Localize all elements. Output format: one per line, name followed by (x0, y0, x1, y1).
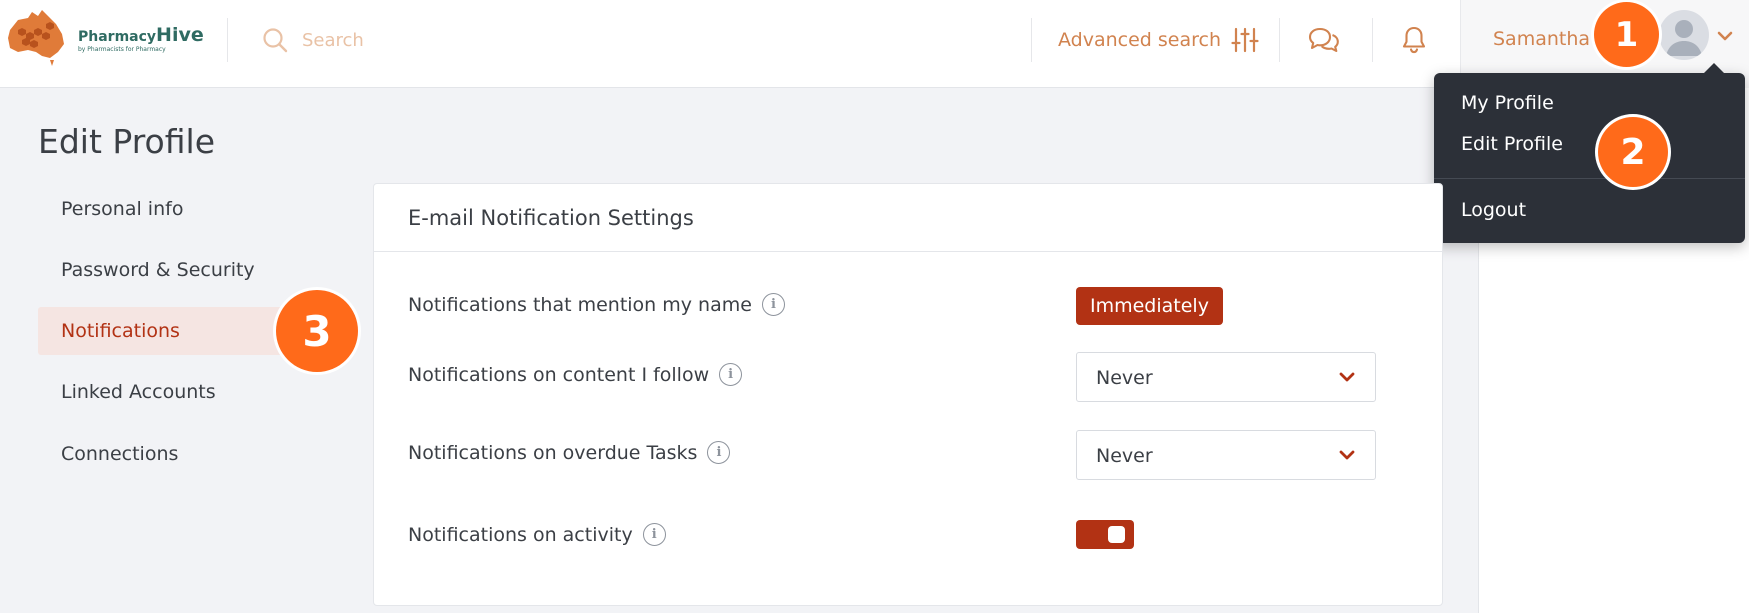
sidebar-item-linked-accounts[interactable]: Linked Accounts (38, 368, 292, 416)
menu-item-logout[interactable]: Logout (1461, 199, 1526, 221)
divider (1031, 18, 1032, 62)
info-icon[interactable]: i (707, 441, 731, 464)
logo-wordmark: PharmacyHive (78, 24, 204, 46)
chevron-down-icon[interactable] (1717, 30, 1733, 42)
step-marker-1: 1 (1594, 2, 1659, 67)
user-dropdown-menu: My Profile Edit Profile Logout (1434, 63, 1745, 243)
setting-label: Notifications that mention my name (408, 293, 752, 316)
user-silhouette-icon (1666, 20, 1702, 56)
logo-name-part1: Pharmacy (78, 29, 157, 45)
notifications-button[interactable] (1396, 22, 1432, 58)
chevron-down-icon (1339, 450, 1355, 460)
frequency-select[interactable]: Never (1076, 430, 1376, 480)
search-bar[interactable] (262, 22, 662, 58)
messages-button[interactable] (1306, 22, 1342, 58)
info-icon[interactable]: i (761, 293, 785, 316)
toggle-knob (1108, 526, 1125, 543)
menu-divider (1434, 178, 1745, 179)
activity-toggle[interactable] (1076, 520, 1134, 549)
info-icon[interactable]: i (642, 523, 666, 546)
sidebar-item-password-security[interactable]: Password & Security (38, 246, 292, 294)
frequency-badge[interactable]: Immediately (1076, 287, 1223, 325)
setting-row-label: Notifications on overdue Tasks i (408, 441, 731, 464)
setting-label: Notifications on content I follow (408, 363, 710, 386)
advanced-search-label: Advanced search (1058, 29, 1222, 51)
logo[interactable]: PharmacyHive by Pharmacists for Pharmacy (6, 8, 206, 78)
dropdown-caret (1703, 63, 1725, 74)
search-input[interactable] (302, 26, 642, 54)
frequency-select[interactable]: Never (1076, 352, 1376, 402)
user-name: Samantha J (1493, 28, 1602, 50)
setting-row-label: Notifications on content I follow i (408, 363, 743, 386)
panel-title: E-mail Notification Settings (408, 206, 694, 230)
divider (1279, 18, 1280, 62)
page-title: Edit Profile (38, 122, 216, 161)
sidebar-item-personal-info[interactable]: Personal info (38, 185, 292, 233)
notification-settings-panel: E-mail Notification Settings Notificatio… (373, 183, 1443, 606)
logo-tagline: by Pharmacists for Pharmacy (78, 46, 166, 53)
setting-row-label: Notifications that mention my name i (408, 293, 785, 316)
avatar[interactable] (1659, 10, 1709, 60)
sliders-icon (1231, 27, 1259, 53)
australia-honeycomb-logo (8, 10, 64, 66)
setting-label: Notifications on activity (408, 523, 633, 546)
step-marker-3: 3 (276, 290, 358, 372)
chat-bubbles-icon (1308, 27, 1339, 53)
setting-row-label: Notifications on activity i (408, 523, 666, 546)
setting-label: Notifications on overdue Tasks (408, 441, 698, 464)
sidebar-item-notifications[interactable]: Notifications (38, 307, 292, 355)
menu-item-my-profile[interactable]: My Profile (1461, 92, 1554, 114)
sidebar-item-connections[interactable]: Connections (38, 430, 292, 478)
divider (1372, 18, 1373, 62)
logo-name-part2: Hive (156, 24, 204, 46)
select-value: Never (1096, 445, 1153, 467)
panel-header: E-mail Notification Settings (374, 184, 1442, 252)
chevron-down-icon (1339, 372, 1355, 382)
menu-item-edit-profile[interactable]: Edit Profile (1461, 133, 1563, 155)
advanced-search-button[interactable]: Advanced search (1058, 22, 1259, 58)
info-icon[interactable]: i (719, 363, 743, 386)
divider (227, 18, 228, 62)
select-value: Never (1096, 367, 1153, 389)
step-marker-2: 2 (1598, 117, 1668, 187)
search-icon (263, 28, 288, 53)
bell-icon (1402, 26, 1426, 54)
